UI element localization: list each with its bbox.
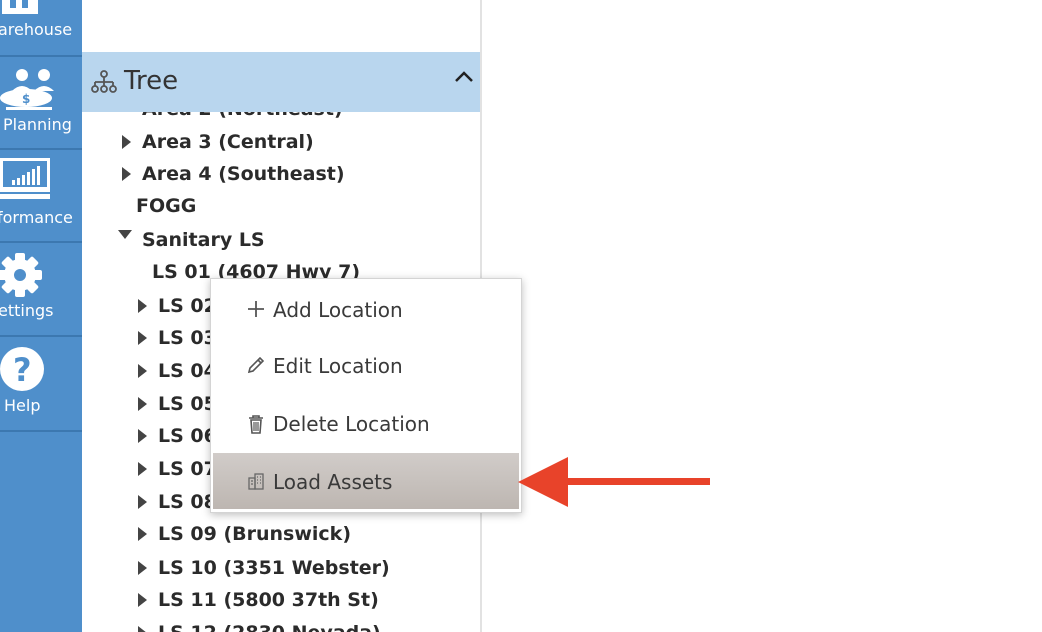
tree-node[interactable]: LS 07 <box>158 457 217 481</box>
tree-node[interactable]: LS 11 (5800 37th St) <box>158 588 379 612</box>
nav-label: Planning <box>3 115 72 134</box>
side-navigation: arehouse $ Planning formance ettings ? H… <box>0 0 82 632</box>
expand-arrow-icon[interactable] <box>138 462 147 476</box>
expand-arrow-icon[interactable] <box>138 527 147 541</box>
expand-arrow-icon[interactable] <box>138 364 147 378</box>
hierarchy-icon <box>91 70 117 93</box>
expand-arrow-icon[interactable] <box>138 299 147 313</box>
tree-node[interactable]: LS 12 (2830 Nevada) <box>158 621 381 632</box>
tree-node[interactable]: LS 08 <box>158 490 217 514</box>
gear-icon <box>0 253 42 297</box>
expand-arrow-icon[interactable] <box>138 626 147 632</box>
menu-item-load-assets[interactable]: Load Assets <box>213 453 519 509</box>
tree-node[interactable]: FOGG <box>136 194 196 218</box>
menu-item-edit-location[interactable]: Edit Location <box>211 337 521 393</box>
tree-node[interactable]: LS 09 (Brunswick) <box>158 522 351 546</box>
context-menu: Add Location Edit Location Delete Locati… <box>210 278 522 513</box>
chevron-up-icon[interactable] <box>454 70 474 84</box>
tree-node[interactable]: LS 02 <box>158 294 217 318</box>
warehouse-icon <box>2 0 38 14</box>
nav-label: formance <box>0 208 73 227</box>
menu-item-label: Add Location <box>273 298 403 322</box>
expand-arrow-icon[interactable] <box>138 593 147 607</box>
nav-item-help[interactable]: ? Help <box>0 337 82 432</box>
svg-text:?: ? <box>13 351 32 389</box>
menu-item-delete-location[interactable]: Delete Location <box>211 395 521 451</box>
callout-arrow <box>518 457 710 507</box>
nav-label: ettings <box>0 301 54 320</box>
tree-node[interactable]: LS 06 <box>158 424 217 448</box>
menu-item-label: Edit Location <box>273 354 403 378</box>
plus-icon <box>248 301 264 317</box>
expand-arrow-icon[interactable] <box>138 397 147 411</box>
nav-label: Help <box>4 396 41 415</box>
nav-item-performance[interactable]: formance <box>0 150 82 243</box>
expand-arrow-icon[interactable] <box>122 167 131 181</box>
building-icon <box>248 473 264 490</box>
tree-node[interactable]: Area 4 (Southeast) <box>142 162 345 186</box>
menu-item-label: Delete Location <box>273 412 430 436</box>
tree-node[interactable]: LS 03 <box>158 326 217 350</box>
tree-node[interactable]: LS 05 <box>158 392 217 416</box>
trash-icon <box>249 415 263 434</box>
nav-label: arehouse <box>0 20 73 39</box>
expand-arrow-icon[interactable] <box>138 429 147 443</box>
expand-arrow-icon[interactable] <box>138 331 147 345</box>
planning-icon: $ <box>0 69 54 110</box>
help-icon: ? <box>0 347 44 391</box>
tree-node[interactable]: LS 04 <box>158 359 217 383</box>
expand-arrow-icon[interactable] <box>138 495 147 509</box>
collapse-arrow-icon[interactable] <box>118 230 132 239</box>
tree-node[interactable]: LS 10 (3351 Webster) <box>158 556 390 580</box>
nav-item-warehouse[interactable]: arehouse <box>0 0 82 57</box>
nav-item-planning[interactable]: $ Planning <box>0 57 82 150</box>
performance-icon <box>0 158 50 199</box>
menu-item-add-location[interactable]: Add Location <box>211 281 521 337</box>
tree-node[interactable]: Area 3 (Central) <box>142 130 314 154</box>
pencil-icon <box>247 356 265 374</box>
menu-item-label: Load Assets <box>273 470 393 494</box>
tree-title: Tree <box>124 66 179 96</box>
expand-arrow-icon[interactable] <box>122 135 131 149</box>
expand-arrow-icon[interactable] <box>138 561 147 575</box>
nav-item-settings[interactable]: ettings <box>0 243 82 337</box>
tree-node[interactable]: Sanitary LS <box>142 228 265 252</box>
svg-text:$: $ <box>22 92 30 106</box>
